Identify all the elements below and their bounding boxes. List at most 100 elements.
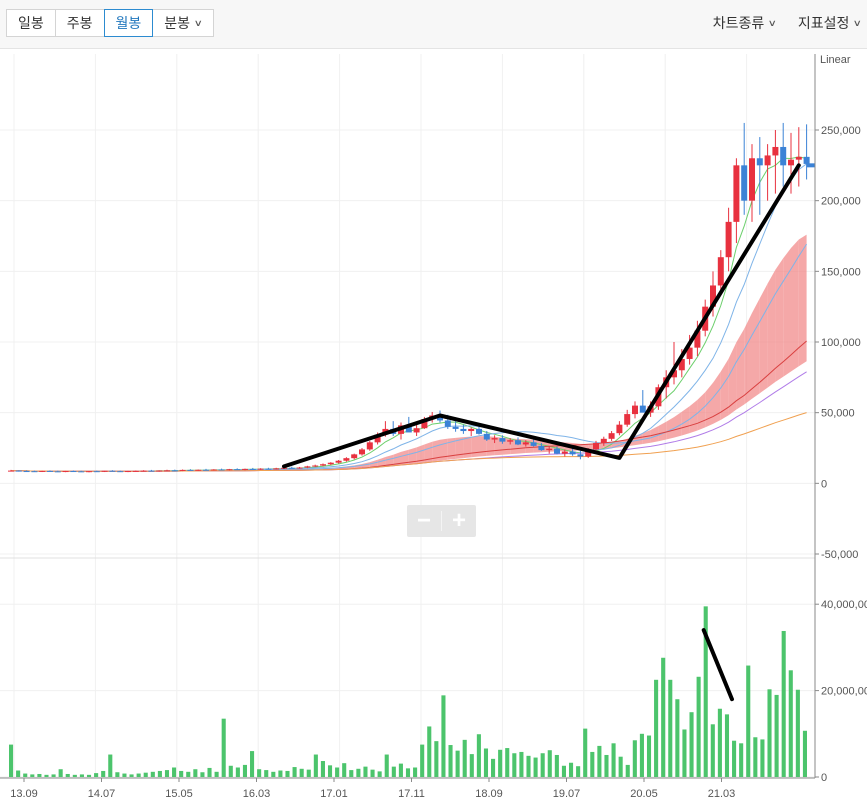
volume-bar — [597, 745, 602, 777]
tab-daily-label: 일봉 — [18, 15, 44, 31]
volume-bar — [257, 769, 262, 777]
candle-body — [577, 454, 584, 457]
cloud-band-up — [471, 436, 479, 458]
zoom-in-button[interactable]: + — [442, 505, 476, 537]
volume-bar — [760, 739, 765, 777]
candle-body — [343, 458, 350, 461]
volume-trendline — [701, 628, 734, 702]
volume-bar — [788, 670, 793, 777]
candle-body — [132, 470, 139, 472]
volume-bar — [753, 737, 758, 777]
x-tick-label: 13.09 — [10, 788, 38, 800]
volume-bar — [370, 769, 375, 777]
candle-body — [359, 449, 365, 455]
volume-bar — [398, 763, 403, 777]
candle-body — [491, 438, 498, 440]
volume-series — [9, 606, 807, 777]
price-trendline — [282, 163, 801, 469]
cloud-band-up — [775, 258, 784, 382]
volume-bar — [129, 774, 134, 777]
volume-bar — [157, 770, 162, 777]
volume-bar — [689, 712, 694, 777]
tab-monthly[interactable]: 월봉 — [103, 9, 154, 37]
candle-body — [296, 467, 303, 469]
volume-bar — [576, 766, 581, 777]
candle-body — [507, 440, 514, 442]
candle-body — [756, 158, 763, 166]
volume-bar — [150, 771, 155, 777]
stock-chart[interactable]: 250,000 200,000 150,000 100,000 50,000 0 -50,0… — [0, 48, 867, 805]
tab-daily[interactable]: 일봉 — [6, 9, 56, 37]
volume-bar — [724, 714, 730, 777]
chevron-down-icon: ∨ — [853, 17, 863, 28]
price-tick-label: 50,000 — [821, 408, 855, 420]
volume-bar — [590, 751, 595, 777]
candle-body — [522, 442, 529, 445]
candle-body — [179, 469, 186, 471]
candle-body — [140, 470, 147, 472]
volume-bar — [108, 754, 113, 777]
volume-bar — [462, 739, 467, 777]
candle-body — [538, 445, 545, 451]
volume-tick-label: 0 — [821, 772, 827, 784]
candle-body — [795, 156, 802, 160]
volume-bar — [774, 694, 779, 777]
price-tick-label: 100,000 — [821, 337, 861, 349]
volume-bar — [23, 773, 28, 777]
candle-body — [468, 428, 475, 432]
volume-bar — [264, 770, 269, 777]
tab-weekly[interactable]: 주봉 — [54, 9, 105, 37]
volume-bar — [235, 767, 240, 777]
candle-body — [546, 448, 553, 451]
tab-minute-label: 분봉 — [164, 15, 191, 31]
volume-bar — [37, 773, 42, 777]
candle-body — [164, 470, 170, 472]
candle-body — [717, 257, 724, 286]
volume-bar — [335, 767, 340, 777]
tab-monthly-label: 월봉 — [115, 15, 142, 31]
volume-bar — [413, 767, 418, 777]
candle-body — [156, 470, 163, 472]
candle-body — [515, 440, 521, 445]
x-tick-label: 21.03 — [708, 788, 736, 800]
indicator-settings-label: 지표설정 — [797, 15, 850, 31]
volume-bar — [625, 764, 630, 777]
candle-body — [273, 468, 280, 470]
cloud-band-up — [720, 358, 729, 420]
volume-bar — [306, 769, 311, 777]
candle-body — [593, 443, 599, 450]
volume-bar — [136, 773, 141, 777]
candle-body — [561, 451, 568, 454]
volume-bar — [675, 699, 680, 777]
volume-bar — [476, 734, 481, 777]
volume-bar — [122, 773, 127, 777]
volume-bar — [781, 630, 786, 777]
candle-body — [554, 448, 560, 454]
volume-bar — [505, 748, 510, 777]
indicator-settings-dropdown[interactable]: 지표설정 ∨ — [797, 13, 863, 33]
tab-minute[interactable]: 분봉 ∨ — [152, 9, 214, 37]
volume-bar — [611, 743, 616, 777]
volume-bar — [299, 768, 304, 777]
x-tick-label: 18.09 — [475, 788, 503, 800]
candle-body — [483, 433, 490, 440]
zoom-out-button[interactable]: − — [407, 505, 441, 537]
volume-bar — [193, 769, 198, 777]
candle-body — [86, 471, 92, 473]
volume-bar — [618, 756, 623, 777]
volume-bar — [200, 772, 205, 777]
candle-body — [632, 405, 638, 415]
chart-menu: 차트종류 ∨ 지표설정 ∨ — [713, 13, 863, 33]
candle-body — [741, 165, 748, 201]
volume-bar — [732, 740, 737, 777]
candle-body — [101, 470, 108, 472]
volume-bar — [377, 771, 382, 777]
chart-type-dropdown[interactable]: 차트종류 ∨ — [713, 13, 777, 33]
volume-bar — [271, 771, 276, 777]
volume-bar — [86, 774, 92, 777]
candle-body — [203, 469, 209, 471]
volume-bar — [540, 753, 545, 777]
candle-body — [772, 146, 779, 156]
chevron-down-icon: ∨ — [193, 18, 203, 28]
volume-bar — [72, 774, 77, 777]
